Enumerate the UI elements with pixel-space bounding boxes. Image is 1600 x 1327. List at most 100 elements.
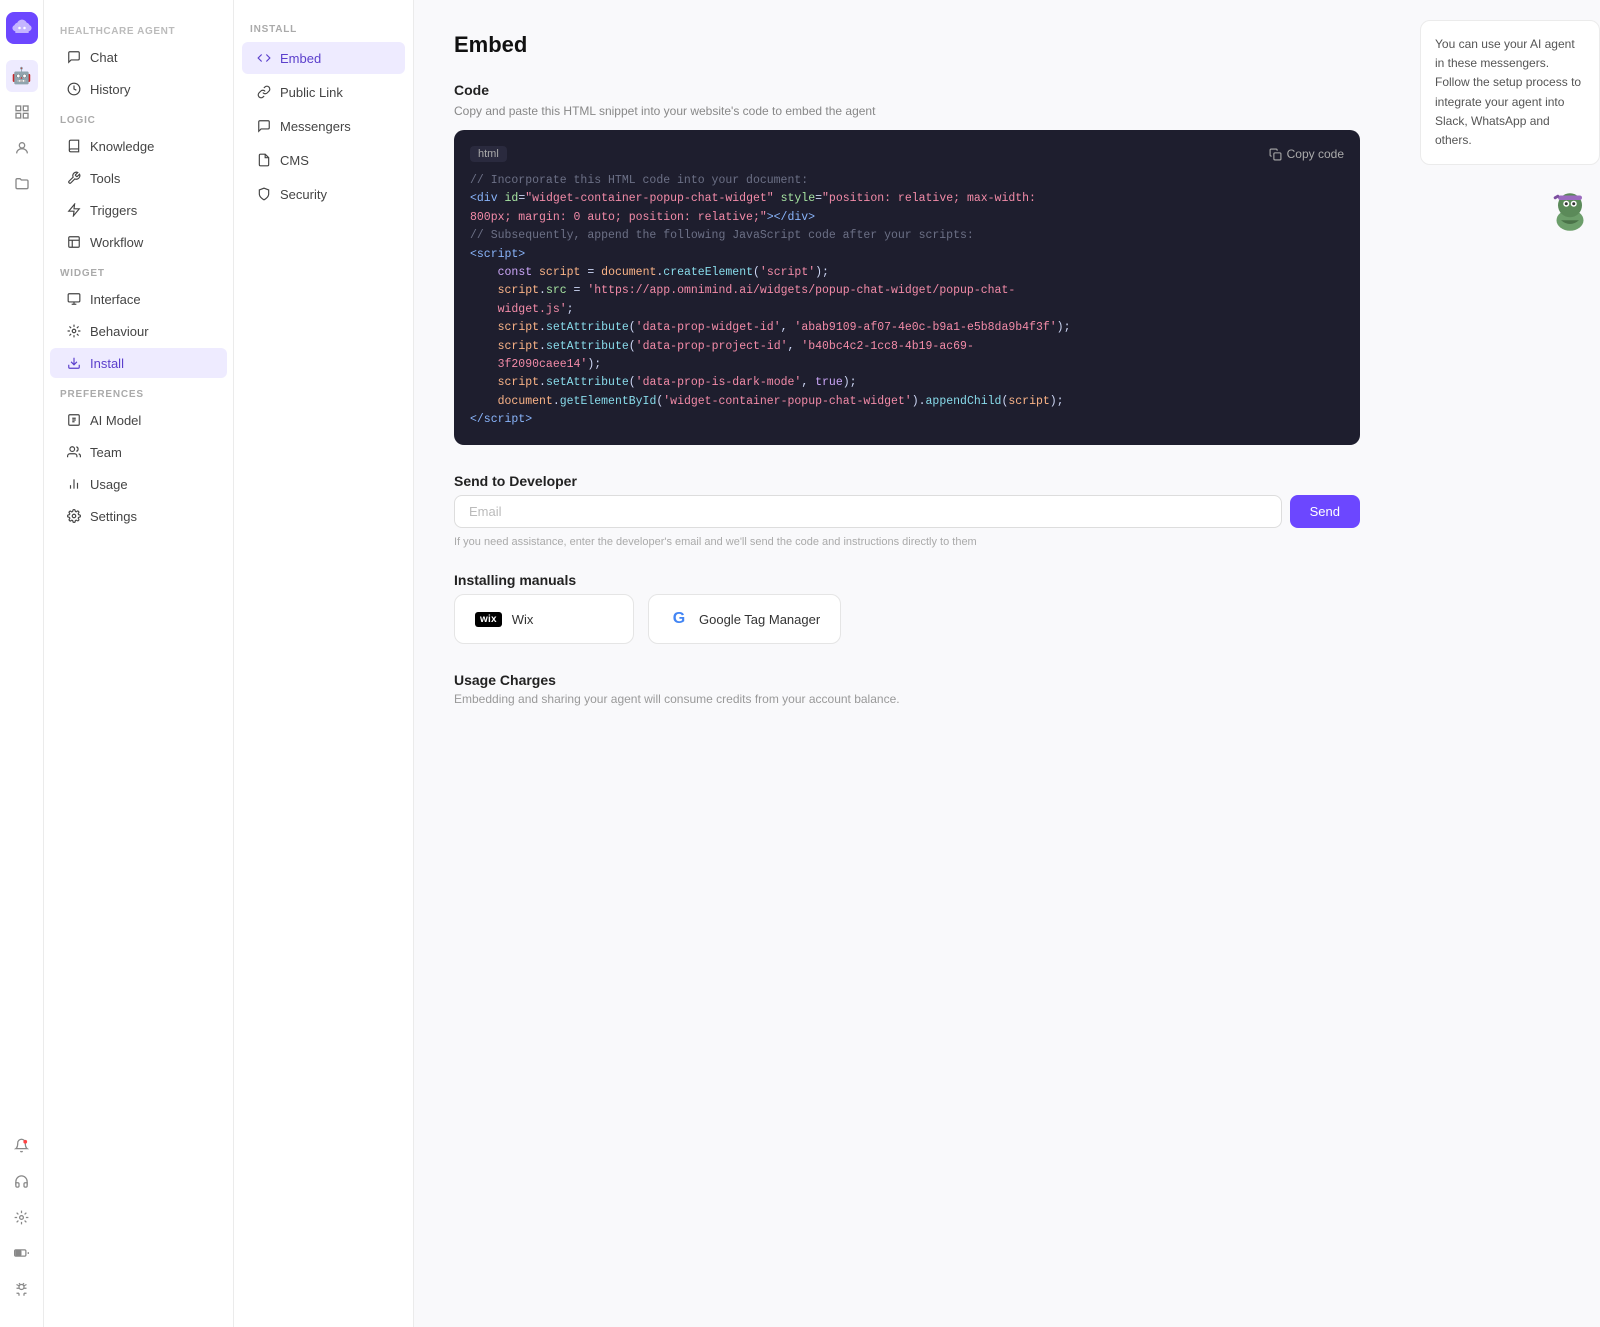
rail-icon-person[interactable] [6, 132, 38, 164]
install-item-public-link[interactable]: Public Link [242, 76, 405, 108]
lang-badge: html [470, 146, 507, 162]
sidebar-item-chat[interactable]: Chat [50, 42, 227, 72]
manuals-grid: wix Wix G Google Tag Manager [454, 594, 1360, 644]
logic-section-label: LOGIC [44, 105, 233, 130]
install-cms-label: CMS [280, 153, 309, 168]
behaviour-icon [66, 323, 82, 339]
sidebar-behaviour-label: Behaviour [90, 324, 149, 339]
app-logo[interactable] [6, 12, 38, 44]
rail-icon-ai[interactable]: 🤖 [6, 60, 38, 92]
install-sidebar: INSTALL Embed Public Link Messengers CMS… [234, 0, 414, 1327]
copy-code-label: Copy code [1287, 147, 1344, 161]
sidebar-item-interface[interactable]: Interface [50, 284, 227, 314]
sidebar-item-ai-model[interactable]: AI Model [50, 405, 227, 435]
wix-badge: wix [475, 612, 502, 627]
sidebar-item-triggers[interactable]: Triggers [50, 195, 227, 225]
info-card: You can use your AI agent in these messe… [1420, 20, 1600, 165]
sidebar-item-usage[interactable]: Usage [50, 469, 227, 499]
robot-image [1420, 179, 1600, 239]
rail-bottom [6, 1129, 38, 1315]
install-item-cms[interactable]: CMS [242, 144, 405, 176]
install-embed-label: Embed [280, 51, 321, 66]
history-icon [66, 81, 82, 97]
sidebar-item-tools[interactable]: Tools [50, 163, 227, 193]
sidebar-item-workflow[interactable]: Workflow [50, 227, 227, 257]
send-helper-text: If you need assistance, enter the develo… [454, 536, 1360, 548]
send-to-developer-row: Send [454, 495, 1360, 528]
copy-code-button[interactable]: Copy code [1269, 147, 1344, 161]
sidebar-triggers-label: Triggers [90, 203, 137, 218]
main-content: Embed Code Copy and paste this HTML snip… [414, 0, 1400, 1327]
public-link-icon [256, 84, 272, 100]
install-item-messengers[interactable]: Messengers [242, 110, 405, 142]
google-g-icon: G [669, 609, 689, 629]
install-item-security[interactable]: Security [242, 178, 405, 210]
sidebar-knowledge-label: Knowledge [90, 139, 154, 154]
rail-icon-bell-bottom[interactable] [6, 1129, 38, 1161]
sidebar-item-history[interactable]: History [50, 74, 227, 104]
chat-icon [66, 49, 82, 65]
triggers-icon [66, 202, 82, 218]
prefs-section-label: PREFERENCES [44, 379, 233, 404]
usage-section-title: Usage Charges [454, 672, 1360, 688]
manuals-section-title: Installing manuals [454, 572, 1360, 588]
code-content[interactable]: // Incorporate this HTML code into your … [470, 172, 1344, 429]
agent-section-label: HEALTHCARE AGENT [44, 14, 233, 41]
team-icon [66, 444, 82, 460]
usage-icon [66, 476, 82, 492]
rail-icon-folder[interactable] [6, 168, 38, 200]
settings-icon [66, 508, 82, 524]
email-input[interactable] [454, 495, 1282, 528]
tools-icon [66, 170, 82, 186]
rail-icon-battery[interactable] [6, 1237, 38, 1269]
sidebar-interface-label: Interface [90, 292, 141, 307]
sidebar-item-behaviour[interactable]: Behaviour [50, 316, 227, 346]
interface-icon [66, 291, 82, 307]
send-button[interactable]: Send [1290, 495, 1360, 528]
install-icon [66, 355, 82, 371]
ai-model-icon [66, 412, 82, 428]
install-messengers-label: Messengers [280, 119, 351, 134]
manual-card-gtm[interactable]: G Google Tag Manager [648, 594, 841, 644]
wix-label: Wix [512, 612, 534, 627]
workflow-icon [66, 234, 82, 250]
messengers-icon [256, 118, 272, 134]
rail-icon-settings-bottom[interactable] [6, 1201, 38, 1233]
page-title: Embed [454, 32, 1360, 58]
sidebar-workflow-label: Workflow [90, 235, 143, 250]
manual-card-wix[interactable]: wix Wix [454, 594, 634, 644]
usage-section-desc: Embedding and sharing your agent will co… [454, 692, 1360, 706]
install-public-link-label: Public Link [280, 85, 343, 100]
sidebar-team-label: Team [90, 445, 122, 460]
sidebar-history-label: History [90, 82, 130, 97]
rail-icon-bug[interactable] [6, 1273, 38, 1305]
sidebar-ai-model-label: AI Model [90, 413, 141, 428]
embed-code-icon [256, 50, 272, 66]
rail-icon-notifications[interactable] [6, 96, 38, 128]
sidebar-item-settings[interactable]: Settings [50, 501, 227, 531]
code-block: html Copy code // Incorporate this HTML … [454, 130, 1360, 445]
rail-icon-headset[interactable] [6, 1165, 38, 1197]
install-item-embed[interactable]: Embed [242, 42, 405, 74]
install-section-label: INSTALL [234, 14, 413, 41]
install-security-label: Security [280, 187, 327, 202]
sidebar-item-knowledge[interactable]: Knowledge [50, 131, 227, 161]
info-card-text: You can use your AI agent in these messe… [1435, 35, 1585, 150]
main-sidebar: HEALTHCARE AGENT Chat History LOGIC Know… [44, 0, 234, 1327]
sidebar-usage-label: Usage [90, 477, 128, 492]
security-icon [256, 186, 272, 202]
knowledge-icon [66, 138, 82, 154]
sidebar-item-team[interactable]: Team [50, 437, 227, 467]
sidebar-chat-label: Chat [90, 50, 117, 65]
sidebar-item-install[interactable]: Install [50, 348, 227, 378]
info-panel: You can use your AI agent in these messe… [1400, 0, 1600, 1327]
icon-rail: 🤖 [0, 0, 44, 1327]
code-section-title: Code [454, 82, 1360, 98]
gtm-label: Google Tag Manager [699, 612, 820, 627]
widget-section-label: WIDGET [44, 258, 233, 283]
send-section-title: Send to Developer [454, 473, 1360, 489]
code-section-desc: Copy and paste this HTML snippet into yo… [454, 104, 1360, 118]
sidebar-install-label: Install [90, 356, 124, 371]
sidebar-tools-label: Tools [90, 171, 120, 186]
cms-icon [256, 152, 272, 168]
